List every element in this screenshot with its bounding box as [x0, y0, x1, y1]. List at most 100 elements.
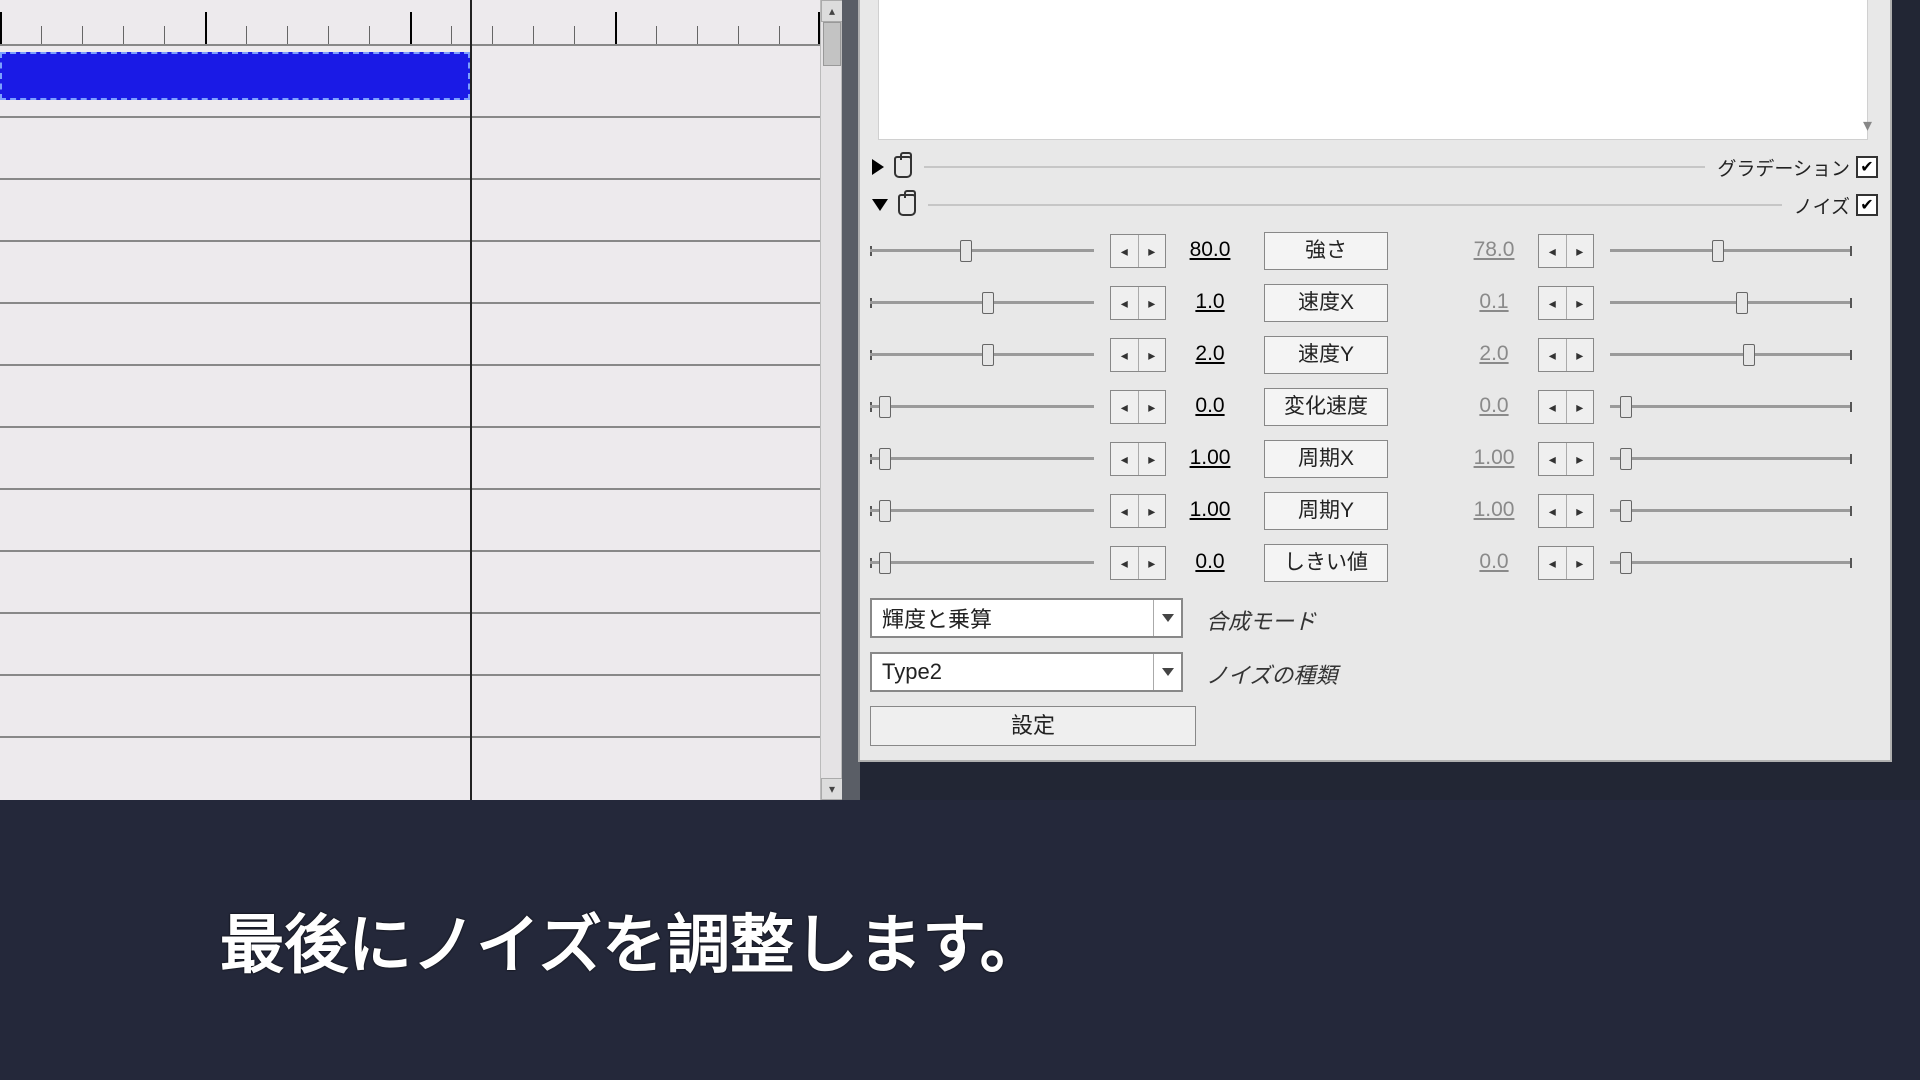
- label-chgspeed[interactable]: 変化速度: [1264, 388, 1388, 426]
- value-speedy-left[interactable]: 2.0: [1178, 342, 1242, 366]
- chevron-right-icon[interactable]: ▸: [1139, 547, 1166, 579]
- value-speedx-right[interactable]: 0.1: [1462, 290, 1526, 314]
- value-threshold-left[interactable]: 0.0: [1178, 550, 1242, 574]
- slider-strength-left[interactable]: [870, 240, 1094, 262]
- slider-speedx-right[interactable]: [1610, 292, 1852, 314]
- chevron-left-icon[interactable]: ◂: [1539, 495, 1567, 527]
- stepper-chgspeed-right[interactable]: ◂▸: [1538, 390, 1594, 424]
- chevron-left-icon[interactable]: ◂: [1539, 547, 1567, 579]
- track-row[interactable]: [0, 552, 820, 614]
- stepper-periody-left[interactable]: ◂▸: [1110, 494, 1166, 528]
- stepper-strength-right[interactable]: ◂▸: [1538, 234, 1594, 268]
- value-strength-left[interactable]: 80.0: [1178, 238, 1242, 262]
- settings-button[interactable]: 設定: [870, 706, 1196, 746]
- chevron-right-icon[interactable]: ▸: [1139, 287, 1166, 319]
- scroll-up-icon[interactable]: ▴: [821, 0, 843, 22]
- stepper-periodx-left[interactable]: ◂▸: [1110, 442, 1166, 476]
- chevron-left-icon[interactable]: ◂: [1111, 547, 1139, 579]
- track-row[interactable]: [0, 304, 820, 366]
- slider-periodx-right[interactable]: [1610, 448, 1852, 470]
- chevron-right-icon[interactable]: ▸: [1567, 287, 1594, 319]
- chevron-right-icon[interactable]: ▸: [1567, 339, 1594, 371]
- chevron-down-icon[interactable]: [1153, 654, 1181, 690]
- track-row[interactable]: [0, 614, 820, 676]
- noise-type-dropdown[interactable]: Type2: [870, 652, 1183, 692]
- track-row[interactable]: [0, 118, 820, 180]
- stepper-speedy-right[interactable]: ◂▸: [1538, 338, 1594, 372]
- chevron-left-icon[interactable]: ◂: [1539, 287, 1567, 319]
- timeline-tracks[interactable]: [0, 44, 820, 800]
- value-periodx-left[interactable]: 1.00: [1178, 446, 1242, 470]
- track-row[interactable]: [0, 242, 820, 304]
- value-periodx-right[interactable]: 1.00: [1462, 446, 1526, 470]
- stepper-speedx-right[interactable]: ◂▸: [1538, 286, 1594, 320]
- chevron-right-icon[interactable]: ▸: [1139, 235, 1166, 267]
- chevron-right-icon[interactable]: ▸: [1567, 495, 1594, 527]
- value-periody-right[interactable]: 1.00: [1462, 498, 1526, 522]
- slider-chgspeed-left[interactable]: [870, 396, 1094, 418]
- section-gradation-checkbox[interactable]: ✔: [1856, 156, 1878, 178]
- track-row[interactable]: [0, 428, 820, 490]
- chevron-left-icon[interactable]: ◂: [1111, 235, 1139, 267]
- stepper-threshold-left[interactable]: ◂▸: [1110, 546, 1166, 580]
- value-chgspeed-left[interactable]: 0.0: [1178, 394, 1242, 418]
- slider-strength-right[interactable]: [1610, 240, 1852, 262]
- slider-periodx-left[interactable]: [870, 448, 1094, 470]
- chevron-left-icon[interactable]: ◂: [1539, 443, 1567, 475]
- slider-periody-right[interactable]: [1610, 500, 1852, 522]
- stepper-chgspeed-left[interactable]: ◂▸: [1110, 390, 1166, 424]
- playhead[interactable]: [470, 0, 472, 800]
- value-threshold-right[interactable]: 0.0: [1462, 550, 1526, 574]
- timeline-vertical-scrollbar[interactable]: ▴ ▾: [820, 0, 842, 800]
- section-noise[interactable]: ノイズ ✔: [872, 186, 1878, 224]
- value-strength-right[interactable]: 78.0: [1462, 238, 1526, 262]
- track-row[interactable]: [0, 180, 820, 242]
- slider-threshold-right[interactable]: [1610, 552, 1852, 574]
- value-periody-left[interactable]: 1.00: [1178, 498, 1242, 522]
- value-chgspeed-right[interactable]: 0.0: [1462, 394, 1526, 418]
- slider-chgspeed-right[interactable]: [1610, 396, 1852, 418]
- stepper-periodx-right[interactable]: ◂▸: [1538, 442, 1594, 476]
- chevron-left-icon[interactable]: ◂: [1111, 391, 1139, 423]
- stepper-periody-right[interactable]: ◂▸: [1538, 494, 1594, 528]
- stepper-strength-left[interactable]: ◂▸: [1110, 234, 1166, 268]
- label-periody[interactable]: 周期Y: [1264, 492, 1388, 530]
- chevron-right-icon[interactable]: ▸: [1567, 235, 1594, 267]
- track-row[interactable]: [0, 490, 820, 552]
- slider-speedy-right[interactable]: [1610, 344, 1852, 366]
- stepper-speedy-left[interactable]: ◂▸: [1110, 338, 1166, 372]
- value-speedy-right[interactable]: 2.0: [1462, 342, 1526, 366]
- chevron-left-icon[interactable]: ◂: [1111, 339, 1139, 371]
- expand-right-icon[interactable]: [872, 159, 884, 175]
- label-threshold[interactable]: しきい値: [1264, 544, 1388, 582]
- section-gradation[interactable]: グラデーション ✔: [872, 148, 1878, 186]
- stepper-speedx-left[interactable]: ◂▸: [1110, 286, 1166, 320]
- value-speedx-left[interactable]: 1.0: [1178, 290, 1242, 314]
- chevron-right-icon[interactable]: ▸: [1567, 547, 1594, 579]
- chevron-left-icon[interactable]: ◂: [1111, 287, 1139, 319]
- track-row[interactable]: [0, 676, 820, 738]
- lock-icon[interactable]: [894, 156, 912, 178]
- slider-speedy-left[interactable]: [870, 344, 1094, 366]
- section-noise-checkbox[interactable]: ✔: [1856, 194, 1878, 216]
- blend-mode-dropdown[interactable]: 輝度と乗算: [870, 598, 1183, 638]
- timeline-clip[interactable]: [0, 52, 470, 100]
- lock-icon[interactable]: [898, 194, 916, 216]
- track-row[interactable]: [0, 366, 820, 428]
- chevron-right-icon[interactable]: ▸: [1139, 391, 1166, 423]
- chevron-left-icon[interactable]: ◂: [1111, 495, 1139, 527]
- chevron-right-icon[interactable]: ▸: [1139, 443, 1166, 475]
- scroll-thumb[interactable]: [823, 22, 841, 66]
- chevron-right-icon[interactable]: ▸: [1139, 339, 1166, 371]
- chevron-left-icon[interactable]: ◂: [1111, 443, 1139, 475]
- chevron-right-icon[interactable]: ▸: [1567, 443, 1594, 475]
- stepper-threshold-right[interactable]: ◂▸: [1538, 546, 1594, 580]
- slider-threshold-left[interactable]: [870, 552, 1094, 574]
- chevron-right-icon[interactable]: ▸: [1567, 391, 1594, 423]
- chevron-left-icon[interactable]: ◂: [1539, 339, 1567, 371]
- chevron-left-icon[interactable]: ◂: [1539, 235, 1567, 267]
- chevron-left-icon[interactable]: ◂: [1539, 391, 1567, 423]
- slider-speedx-left[interactable]: [870, 292, 1094, 314]
- label-periodx[interactable]: 周期X: [1264, 440, 1388, 478]
- time-ruler[interactable]: :10.83 00:00:13.00 00:00:15.16 00:00:17.…: [0, 0, 820, 44]
